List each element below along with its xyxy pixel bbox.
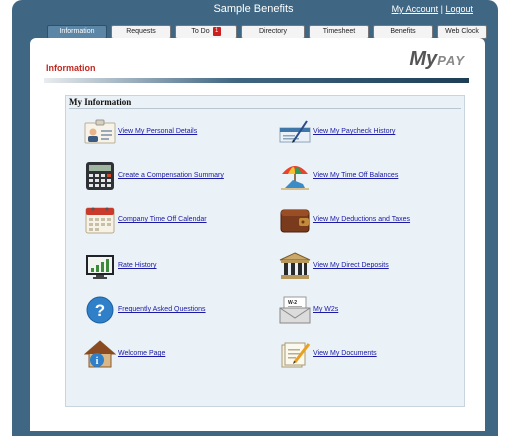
section-divider [69,108,461,109]
welcome-page-link[interactable]: i Welcome Page [83,340,274,368]
home-info-icon: i [83,340,117,368]
link-label: View My Personal Details [118,128,198,135]
tab-todo[interactable]: To Do 1 [175,25,237,39]
link-label: View My Deductions and Taxes [313,216,411,223]
calendar-icon [84,206,116,234]
tab-benefits[interactable]: Benefits [373,25,433,39]
tab-label: To Do [191,28,210,35]
logo-pay: PAY [437,53,465,68]
documents-link[interactable]: View My Documents [279,340,469,368]
link-label: Frequently Asked Questions [118,306,206,313]
bank-icon [279,252,311,280]
todo-count-badge: 1 [212,26,221,36]
link-label: View My Direct Deposits [313,262,389,269]
logout-link[interactable]: Logout [445,4,473,14]
section-title: My Information [69,97,132,107]
link-label: View My Time Off Balances [313,172,399,179]
tab-label: Web Clock [445,28,479,35]
direct-deposits-link[interactable]: View My Direct Deposits [279,252,469,280]
personal-details-link[interactable]: View My Personal Details [84,118,274,146]
faq-link[interactable]: ? Frequently Asked Questions [84,296,274,324]
footer-copyright: ©2008-2014 Alliance Payroll Services, In… [215,425,292,430]
svg-text:i: i [96,356,99,367]
personal-details-icon [84,118,116,146]
link-label: View My Documents [313,350,377,357]
question-mark-icon: ? [84,296,116,324]
rate-history-link[interactable]: Rate History [84,252,274,280]
link-label: Welcome Page [118,350,166,357]
compensation-summary-link[interactable]: Create a Compensation Summary [84,162,274,190]
time-off-calendar-link[interactable]: Company Time Off Calendar [84,206,274,234]
paycheck-icon [279,118,311,146]
w2-envelope-icon: W-2 [279,296,311,324]
time-off-balances-link[interactable]: View My Time Off Balances [279,162,469,190]
documents-pencil-icon [279,340,311,368]
mypay-logo: MyPAY [409,48,465,71]
link-label: Company Time Off Calendar [118,216,207,223]
tab-timesheet[interactable]: Timesheet [309,25,369,39]
account-links: My Account | Logout [392,4,473,14]
tab-label: Benefits [390,28,416,35]
beach-umbrella-icon [279,162,311,190]
my-information-box: My Information View My Personal Details [65,95,465,407]
tab-label: Directory [258,28,287,35]
title-gradient-bar [44,78,469,83]
tab-label: Requests [126,28,156,35]
tab-requests[interactable]: Requests [111,25,171,39]
w2s-link[interactable]: W-2 My W2s [279,296,469,324]
svg-text:W-2: W-2 [288,300,297,306]
paycheck-history-link[interactable]: View My Paycheck History [279,118,469,146]
link-label: My W2s [313,306,339,313]
link-label: Create a Compensation Summary [118,172,224,179]
tab-web-clock[interactable]: Web Clock [437,25,487,39]
link-label: View My Paycheck History [313,128,396,135]
deductions-taxes-link[interactable]: View My Deductions and Taxes [279,206,469,234]
tab-label: Information [59,28,95,35]
content-panel: MyPAY Information My Information View My… [30,38,485,431]
logo-my: My [409,48,438,70]
tab-label: Timesheet [322,28,356,35]
wallet-icon [279,206,311,234]
link-separator: | [440,4,443,14]
rate-history-chart-icon [84,252,116,280]
calculator-icon [84,162,116,190]
link-label: Rate History [118,262,157,269]
tab-information[interactable]: Information [47,25,107,39]
tab-directory[interactable]: Directory [241,25,305,39]
svg-text:?: ? [95,301,105,320]
my-account-link[interactable]: My Account [392,4,439,14]
page-title: Information [46,63,96,73]
